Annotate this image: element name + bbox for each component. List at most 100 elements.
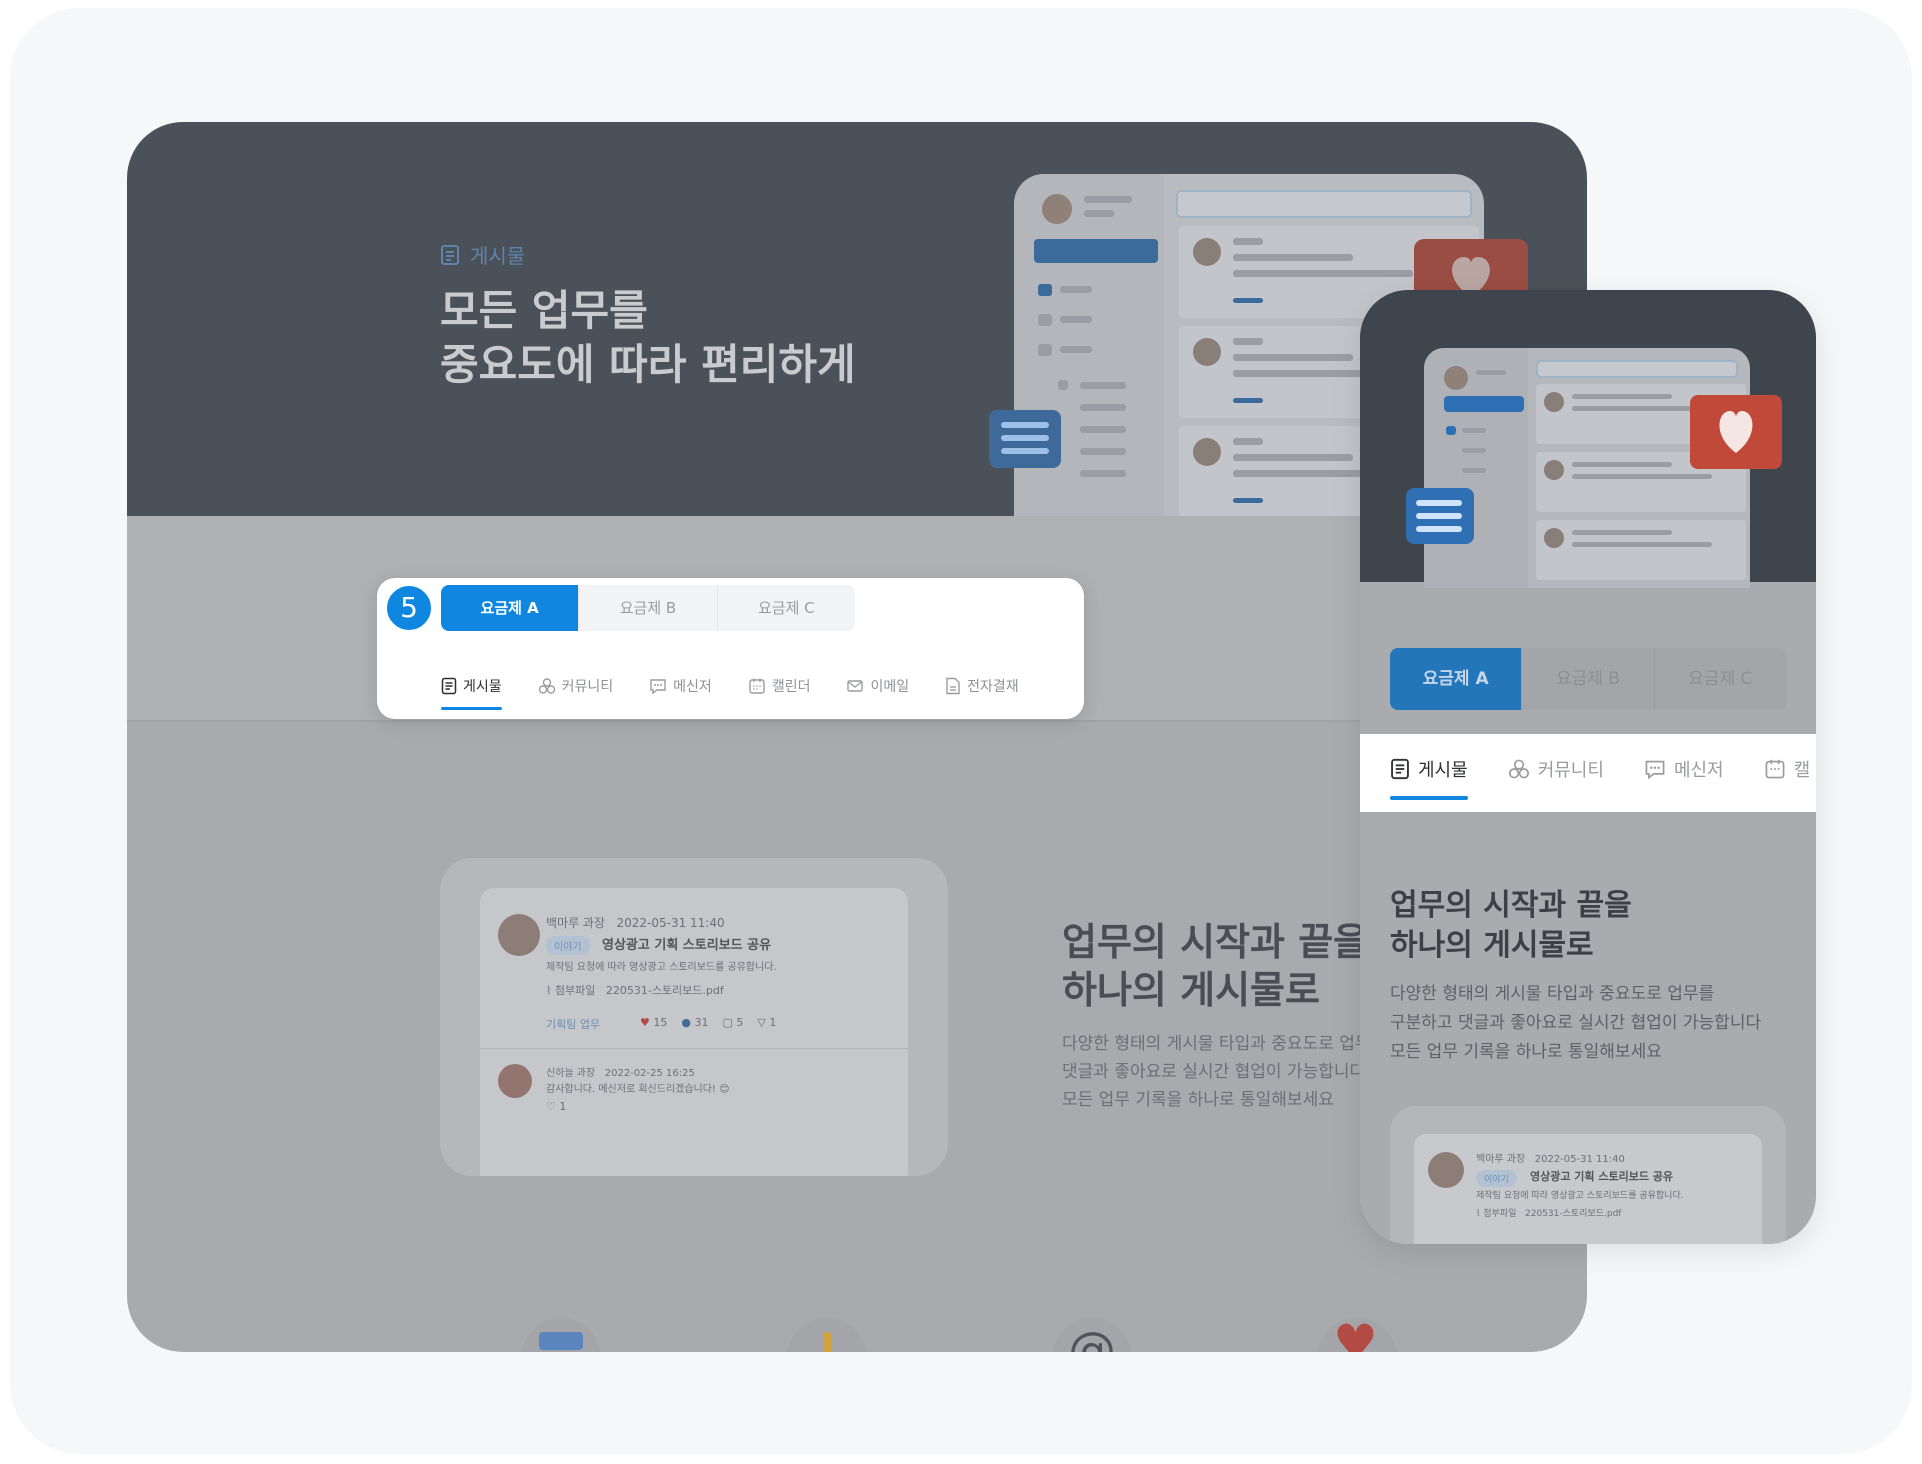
share-icon[interactable]: ▽ [757,1016,765,1029]
plan-option-a[interactable]: 요금제 A [1390,648,1522,710]
eye-icon: ● [681,1016,691,1029]
post-comments: 5 [736,1016,744,1029]
post-date: 2022-05-31 11:40 [1534,1154,1625,1165]
heart-outline-icon[interactable]: ♡ [546,1100,556,1113]
avatar [1193,338,1221,366]
attachment-label: 첨부파일 [554,984,596,997]
avatar [498,914,540,956]
comment-meta: 신하늘 과장 2022-02-25 16:25 [546,1064,695,1079]
mockup-line [1080,426,1126,433]
mockup-line [1060,286,1092,293]
tab-label: 게시물 [1418,760,1468,781]
post-stats: ♥ 15 ● 31 ▢ 5 ▽ 1 [640,1016,776,1029]
comment-text: 감사합니다. 메신저로 회신드리겠습니다! 😊 [546,1084,730,1095]
section-desc-line-3: 모든 업무 기록을 하나로 통일해보세요 [1062,1090,1334,1110]
plan-selector: 요금제 A 요금제 B 요금제 C [441,585,855,631]
mockup-line [1233,298,1263,303]
post-shares: 1 [769,1016,777,1029]
mockup-line [1080,382,1126,389]
tab-community[interactable]: 커뮤니티 [1508,756,1604,800]
mail-icon [847,680,864,692]
mockup-line [1233,270,1413,277]
hero-tag-label: 게시물 [470,244,526,268]
post-attachment[interactable]: ⌇ 첨부파일 220531-스토리보드.pdf [546,982,724,998]
mockup-line [1233,338,1263,345]
post-likes: 15 [653,1016,668,1029]
attachment-name: 220531-스토리보드.pdf [605,984,724,997]
avatar [1193,438,1221,466]
section-desc-line-3: 모든 업무 기록을 하나로 통일해보세요 [1390,1042,1662,1062]
post-category: 이야기 [1476,1170,1517,1187]
comment-author: 신하늘 과장 [546,1068,596,1079]
mockup-icon [1038,314,1052,326]
list-badge [1406,488,1474,544]
avatar [1444,366,1468,390]
board-icon [539,1332,583,1350]
plan-option-a[interactable]: 요금제 A [441,585,579,631]
list-badge [989,410,1061,468]
mockup-line [1572,474,1712,479]
pencil-icon [823,1332,831,1352]
post-meta: 백마루 과장 2022-05-31 11:40 [1476,1150,1625,1165]
section-desc-line-1: 다양한 형태의 게시물 타입과 중요도로 업무를 [1062,1034,1387,1054]
mockup-line [1233,454,1353,461]
tab-label: 커뮤니티 [561,679,614,695]
hero-title-line-1: 모든 업무를 [440,286,648,335]
tab-messenger[interactable]: 메신저 [1644,756,1724,800]
mobile-feature-tabs: 게시물 커뮤니티 메신저 캘 [1360,734,1816,812]
community-icon [1508,759,1529,779]
mobile-post-preview: 백마루 과장 2022-05-31 11:40 이야기 영상광고 기획 스토리보… [1390,1106,1786,1244]
mockup-line [1080,470,1126,477]
mockup-line [1060,316,1092,323]
post-attachment[interactable]: ⌇ 첨부파일 220531-스토리보드.pdf [1476,1206,1621,1219]
avatar [1544,460,1564,480]
tab-posts[interactable]: 게시물 [1390,756,1468,800]
tab-email[interactable]: 이메일 [846,676,909,710]
mockup-icon [1038,284,1052,296]
mockup-line [1084,210,1114,217]
attachment-label: 첨부파일 [1483,1209,1517,1219]
post-title[interactable]: 영상광고 기획 스토리보드 공유 [602,934,771,953]
heart-icon[interactable]: ♥ [640,1016,650,1029]
plan-option-b[interactable]: 요금제 B [578,585,716,631]
heart-badge [1690,395,1782,469]
mockup-line [1080,404,1126,411]
tab-label: 메신저 [673,679,712,695]
tab-approval[interactable]: 전자결재 [945,676,1019,710]
tab-posts[interactable]: 게시물 [441,676,502,710]
comment-icon[interactable]: ▢ [722,1016,732,1029]
mockup-line [1462,428,1486,433]
mockup-post-card [1536,520,1746,580]
document-icon [1391,758,1409,780]
plan-option-b[interactable]: 요금제 B [1521,648,1653,710]
comment-date: 2022-02-25 16:25 [604,1068,695,1079]
avatar [1544,392,1564,412]
at-icon: @ [1068,1322,1116,1352]
tab-calendar[interactable]: 캘린더 [748,676,810,710]
section-heading-line-2: 하나의 게시물로 [1062,968,1320,1012]
mockup-line [1462,468,1486,473]
mockup-line [1233,354,1353,361]
mobile-preview: 요금제 A 요금제 B 요금제 C 게시물 커뮤니티 메신저 캘 업무의 시작과 [1360,290,1816,1244]
mobile-section-heading: 업무의 시작과 끝을 하나의 게시물로 [1390,886,1632,966]
mockup-line [1233,398,1263,403]
tab-community[interactable]: 커뮤니티 [538,676,614,710]
post-title[interactable]: 영상광고 기획 스토리보드 공유 [1530,1168,1673,1184]
tab-messenger[interactable]: 메신저 [649,676,712,710]
hero-tag: 게시물 [440,240,525,269]
tab-calendar[interactable]: 캘 [1764,756,1810,800]
post-board[interactable]: 기획팀 업무 [546,1016,600,1032]
feature-icon-bg [521,1318,601,1352]
feature-icon-bg: @ [1052,1318,1132,1352]
plan-option-c[interactable]: 요금제 C [716,585,855,631]
avatar [1042,194,1072,224]
avatar [1428,1152,1464,1188]
mockup-search [1176,190,1472,218]
feature-icon-bg [787,1318,867,1352]
post-body: 제작팀 요청에 따라 영상광고 스토리보드를 공유합니다. [546,962,777,973]
plan-option-c[interactable]: 요금제 C [1653,648,1786,710]
mockup-line [1233,254,1353,261]
mockup-line [1233,438,1263,445]
mockup-icon [1038,344,1052,356]
section-heading-line-1: 업무의 시작과 끝을 [1390,888,1632,923]
